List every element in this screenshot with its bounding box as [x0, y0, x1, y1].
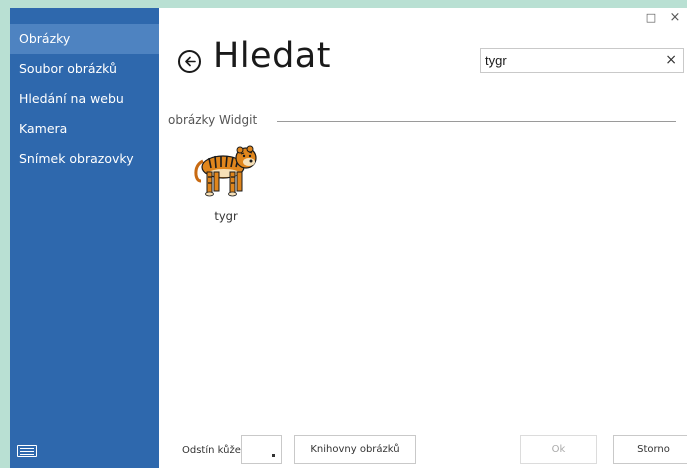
clear-search-icon[interactable]: ×: [665, 52, 677, 69]
back-arrow-circle-icon[interactable]: [178, 50, 201, 73]
sidebar-item-snimek-obrazovky[interactable]: Snímek obrazovky: [10, 144, 159, 174]
image-picker-window: Obrázky Soubor obrázků Hledání na webu K…: [10, 8, 687, 468]
sidebar-item-soubor-obrazku[interactable]: Soubor obrázků: [10, 54, 159, 84]
section-divider: [277, 121, 676, 122]
cancel-button[interactable]: Storno: [613, 435, 687, 464]
result-item-tygr[interactable]: tygr: [180, 141, 272, 227]
sidebar-item-kamera[interactable]: Kamera: [10, 114, 159, 144]
page-title: Hledat: [213, 36, 331, 76]
section-label: obrázky Widgit: [168, 113, 258, 127]
tiger-icon: [194, 145, 257, 197]
sidebar-item-hledani-na-webu[interactable]: Hledání na webu: [10, 84, 159, 114]
sidebar: Obrázky Soubor obrázků Hledání na webu K…: [10, 8, 159, 468]
search-field[interactable]: ×: [480, 48, 684, 73]
dropdown-indicator-icon: [272, 454, 275, 457]
skin-tone-label: Odstín kůže: [182, 445, 241, 456]
result-caption: tygr: [214, 209, 238, 223]
ok-button[interactable]: Ok: [520, 435, 597, 464]
image-libraries-button[interactable]: Knihovny obrázků: [294, 435, 416, 464]
search-input[interactable]: [485, 51, 655, 70]
keyboard-icon[interactable]: [17, 445, 37, 457]
main-panel: □ × Hledat × obrázky Widgit: [159, 8, 687, 468]
sidebar-list: Obrázky Soubor obrázků Hledání na webu K…: [10, 24, 159, 174]
maximize-icon[interactable]: □: [642, 8, 660, 28]
skin-tone-select[interactable]: [241, 435, 282, 464]
sidebar-item-obrazky[interactable]: Obrázky: [10, 24, 159, 54]
close-icon[interactable]: ×: [666, 8, 684, 28]
